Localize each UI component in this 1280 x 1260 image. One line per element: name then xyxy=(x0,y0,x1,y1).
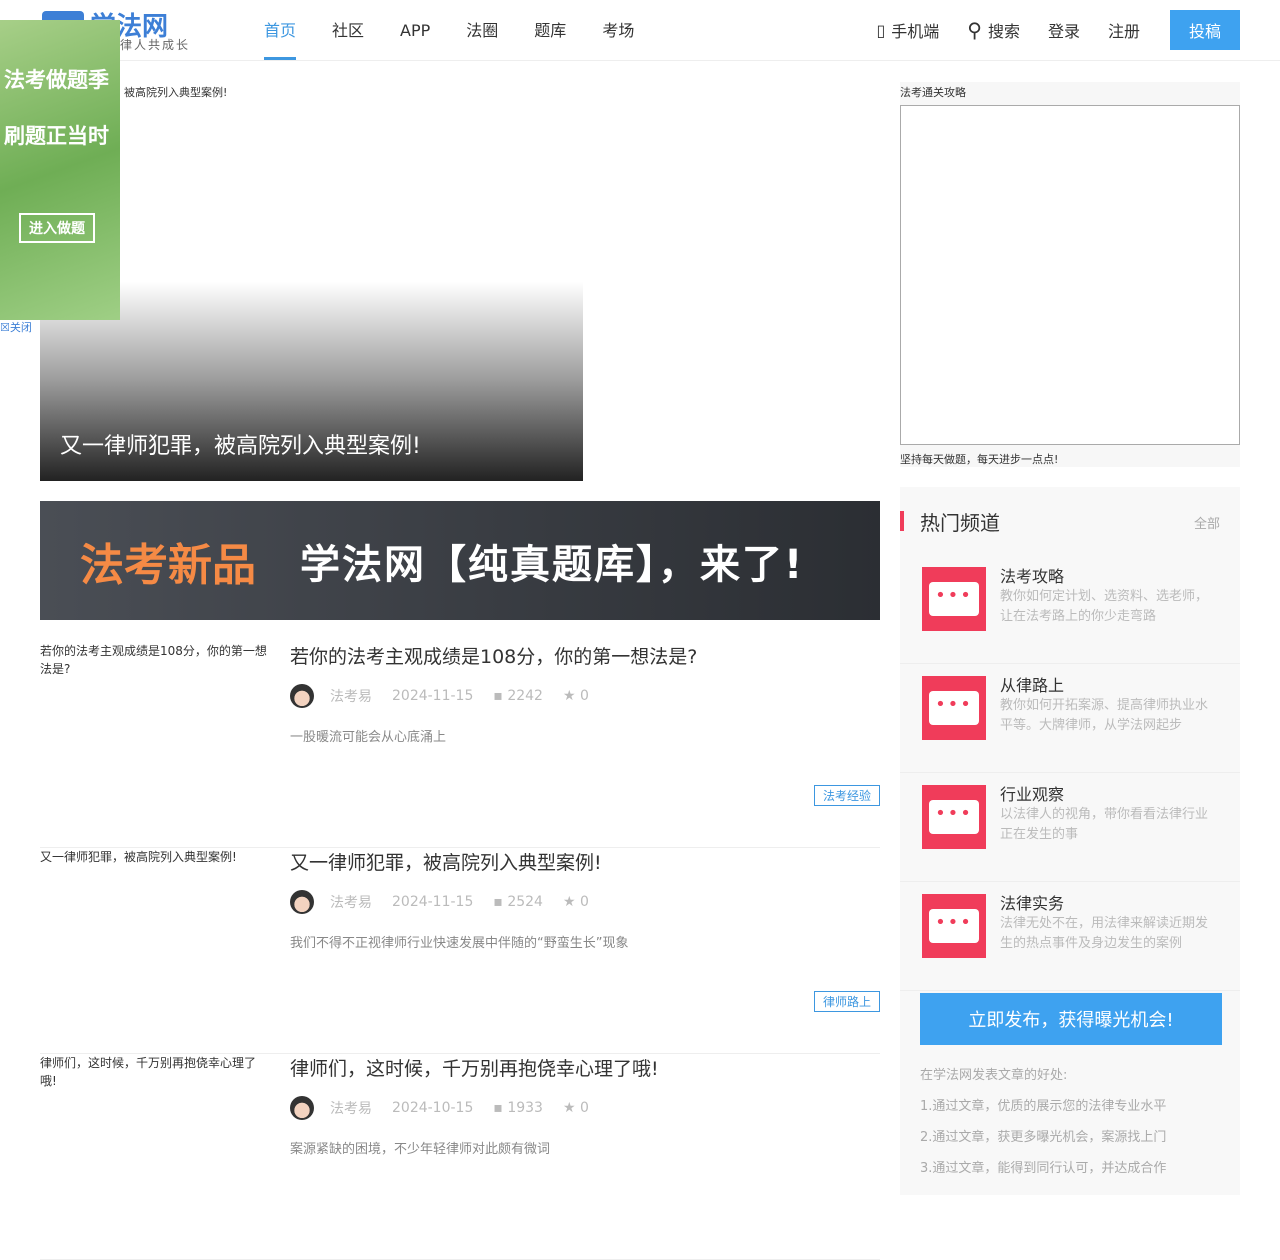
mobile-label: 手机端 xyxy=(891,22,940,41)
banner-left-text: 法考新品 xyxy=(80,539,256,591)
comment-count: ▪ 1933 xyxy=(493,1100,543,1116)
chat-bubble-icon: ••• xyxy=(922,894,986,958)
stars-value: 0 xyxy=(579,894,589,910)
article-thumb-title[interactable]: 律师们，这时候，千万别再抱侥幸心理了哦! xyxy=(40,1054,270,1090)
article-date: 2024-10-15 xyxy=(392,1100,474,1116)
article-excerpt: 案源紧缺的困境，不少年轻律师对此颇有微词 xyxy=(290,1142,551,1157)
main-nav: 首页 社区 APP 法圈 题库 考场 xyxy=(264,0,670,60)
guide-title: 法考通关攻略 xyxy=(900,86,966,99)
comment-count: ▪ 2524 xyxy=(493,894,543,910)
article-item[interactable]: 律师们，这时候，千万别再抱侥幸心理了哦! 律师们，这时候，千万别再抱侥幸心理了哦… xyxy=(40,1054,880,1260)
all-channels-link[interactable]: 全部 xyxy=(1194,513,1220,532)
login-link[interactable]: 登录 xyxy=(1048,18,1080,42)
guide-footer: 坚持每天做题，每天进步一点点! xyxy=(900,453,1059,466)
featured-small-caption: 被高院列入典型案例! xyxy=(124,86,228,99)
author-avatar[interactable] xyxy=(290,890,314,914)
author-name[interactable]: 法考易 xyxy=(330,1098,372,1118)
publish-button[interactable]: 立即发布，获得曝光机会! xyxy=(920,993,1222,1045)
article-item[interactable]: 又一律师犯罪，被高院列入典型案例! 又一律师犯罪，被高院列入典型案例! 法考易 … xyxy=(40,848,880,1054)
banner-right-text: 学法网【纯真题库】，来了! xyxy=(300,541,805,588)
nav-question-bank[interactable]: 题库 xyxy=(534,0,566,60)
phone-icon: ▯ xyxy=(876,20,886,40)
header: 学法网 律人共成长 首页 社区 APP 法圈 题库 考场 ▯ 手机端 ⚲ 搜索 登录… xyxy=(0,0,1280,61)
article-title[interactable]: 若你的法考主观成绩是108分，你的第一想法是? xyxy=(290,642,697,669)
benefits-title: 在学法网发表文章的好处: xyxy=(920,1068,1068,1083)
nav-exam[interactable]: 考场 xyxy=(602,0,634,60)
floating-ad[interactable]: 法考做题季 刷题正当时 进入做题 xyxy=(0,20,120,320)
guide-image[interactable] xyxy=(900,105,1240,445)
author-name[interactable]: 法考易 xyxy=(330,892,372,912)
search-icon: ⚲ xyxy=(967,18,982,42)
search-label: 搜索 xyxy=(987,22,1020,41)
article-excerpt: 一股暖流可能会从心底涌上 xyxy=(290,730,447,745)
star-icon: ★ xyxy=(562,1100,580,1116)
article-thumb-title[interactable]: 若你的法考主观成绩是108分，你的第一想法是? xyxy=(40,642,270,678)
channel-item[interactable]: ••• 从律路上 教你如何开拓案源、提高律师执业水平等。大牌律师，从学法网起步 xyxy=(900,664,1240,773)
star-icon: ★ xyxy=(562,688,580,704)
channel-item[interactable]: ••• 法考攻略 教你如何定计划、选资料、选老师，让在法考路上的你少走弯路 xyxy=(900,555,1240,664)
chat-bubble-icon: ••• xyxy=(922,676,986,740)
channel-name[interactable]: 行业观察 xyxy=(1000,781,1064,805)
article-item[interactable]: 若你的法考主观成绩是108分，你的第一想法是? 若你的法考主观成绩是108分，你… xyxy=(40,642,880,848)
star-count[interactable]: ★ 0 xyxy=(563,894,589,910)
star-icon: ★ xyxy=(562,894,580,910)
nav-circle[interactable]: 法圈 xyxy=(466,0,498,60)
comments-value: 2524 xyxy=(507,894,543,910)
comment-icon: ▪ xyxy=(493,688,508,704)
hot-title: 热门频道 xyxy=(920,511,1000,535)
featured-slide[interactable]: 被高院列入典型案例! 又一律师犯罪，被高院列入典型案例! xyxy=(40,82,583,481)
nav-app[interactable]: APP xyxy=(400,0,430,60)
article-title[interactable]: 律师们，这时候，千万别再抱侥幸心理了哦! xyxy=(290,1054,659,1081)
comments-value: 1933 xyxy=(507,1100,543,1116)
article-tag[interactable]: 法考经验 xyxy=(813,785,880,806)
channel-desc: 以法律人的视角，带你看看法律行业正在发生的事 xyxy=(1000,807,1209,842)
article-thumb-title[interactable]: 又一律师犯罪，被高院列入典型案例! xyxy=(40,848,270,866)
article-tag[interactable]: 律师路上 xyxy=(813,991,880,1012)
ad-line2: 刷题正当时 xyxy=(4,124,109,148)
article-excerpt: 我们不得不正视律师行业快速发展中伴随的“野蛮生长”现象 xyxy=(290,936,629,951)
channel-name[interactable]: 从律路上 xyxy=(1000,672,1064,696)
channel-desc: 法律无处不在，用法律来解读近期发生的热点事件及身边发生的案例 xyxy=(1000,916,1209,951)
mobile-link[interactable]: ▯ 手机端 xyxy=(876,18,939,42)
slogan: 律人共成长 xyxy=(120,38,191,52)
article-date: 2024-11-15 xyxy=(392,894,474,910)
article-title[interactable]: 又一律师犯罪，被高院列入典型案例! xyxy=(290,848,602,875)
ad-close-button[interactable]: ☒关闭 xyxy=(0,319,32,335)
channel-name[interactable]: 法考攻略 xyxy=(1000,563,1064,587)
channel-desc: 教你如何定计划、选资料、选老师，让在法考路上的你少走弯路 xyxy=(1000,589,1209,624)
author-avatar[interactable] xyxy=(290,1096,314,1120)
chat-bubble-icon: ••• xyxy=(922,567,986,631)
featured-caption[interactable]: 又一律师犯罪，被高院列入典型案例! xyxy=(60,428,421,460)
benefit-item: 2.通过文章，获更多曝光机会，案源找上门 xyxy=(920,1130,1167,1145)
ad-line1: 法考做题季 xyxy=(4,68,109,92)
ad-enter-button[interactable]: 进入做题 xyxy=(19,213,95,243)
channel-desc: 教你如何开拓案源、提高律师执业水平等。大牌律师，从学法网起步 xyxy=(1000,698,1209,733)
benefit-item: 3.通过文章，能得到同行认可，并达成合作 xyxy=(920,1161,1167,1176)
comment-icon: ▪ xyxy=(493,894,508,910)
comment-icon: ▪ xyxy=(493,1100,508,1116)
submit-button[interactable]: 投稿 xyxy=(1170,10,1240,50)
star-count[interactable]: ★ 0 xyxy=(563,688,589,704)
register-link[interactable]: 注册 xyxy=(1108,18,1140,42)
nav-community[interactable]: 社区 xyxy=(332,0,364,60)
comment-count: ▪ 2242 xyxy=(493,688,543,704)
channel-item[interactable]: ••• 法律实务 法律无处不在，用法律来解读近期发生的热点事件及身边发生的案例 xyxy=(900,882,1240,991)
stars-value: 0 xyxy=(579,688,589,704)
search-link[interactable]: ⚲ 搜索 xyxy=(967,18,1020,42)
author-avatar[interactable] xyxy=(290,684,314,708)
guide-box: 法考通关攻略 坚持每天做题，每天进步一点点! xyxy=(900,82,1240,467)
stars-value: 0 xyxy=(579,1100,589,1116)
chat-bubble-icon: ••• xyxy=(922,785,986,849)
channel-item[interactable]: ••• 行业观察 以法律人的视角，带你看看法律行业正在发生的事 xyxy=(900,773,1240,882)
channel-name[interactable]: 法律实务 xyxy=(1000,890,1064,914)
hot-channels-header: 热门频道 全部 xyxy=(900,511,1240,535)
hot-channels: 热门频道 全部 ••• 法考攻略 教你如何定计划、选资料、选老师，让在法考路上的… xyxy=(900,487,1240,1195)
benefit-item: 1.通过文章，优质的展示您的法律专业水平 xyxy=(920,1099,1167,1114)
article-date: 2024-11-15 xyxy=(392,688,474,704)
author-name[interactable]: 法考易 xyxy=(330,686,372,706)
promo-banner[interactable]: 法考新品 学法网【纯真题库】，来了! xyxy=(40,501,880,620)
comments-value: 2242 xyxy=(507,688,543,704)
nav-home[interactable]: 首页 xyxy=(264,0,297,60)
star-count[interactable]: ★ 0 xyxy=(563,1100,589,1116)
